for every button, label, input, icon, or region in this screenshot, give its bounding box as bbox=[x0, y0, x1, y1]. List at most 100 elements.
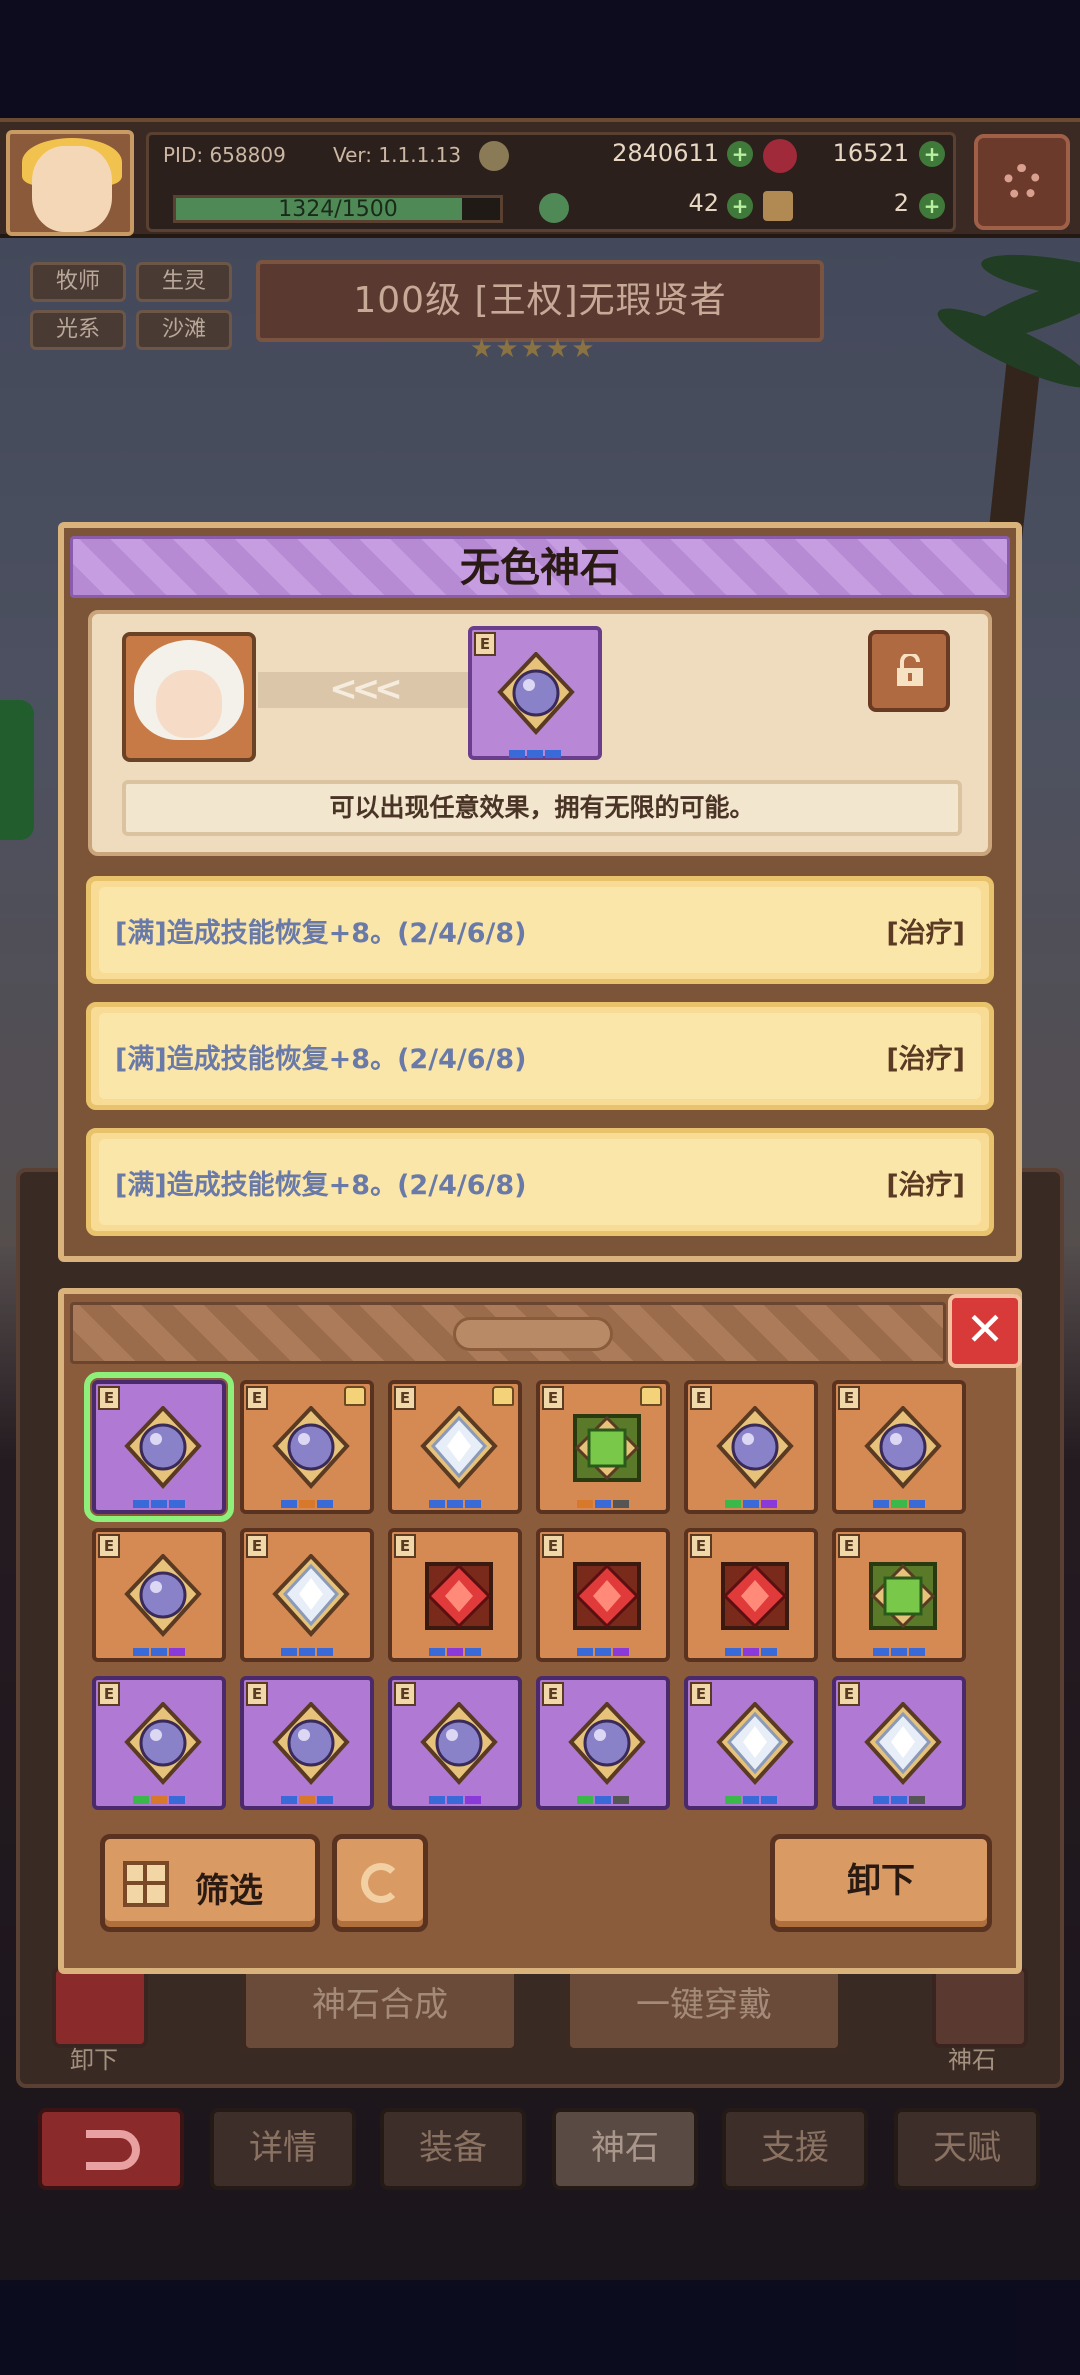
rank-badge: E bbox=[690, 1534, 712, 1558]
rank-badge: E bbox=[690, 1386, 712, 1410]
equip-all-button[interactable]: 一键穿戴 bbox=[566, 1966, 842, 2052]
arrows-left-icon: <<< bbox=[258, 672, 468, 708]
effect-row: [满]造成技能恢复+8。(2/4/6/8) [治疗] bbox=[86, 1002, 994, 1110]
gem-slot-pips bbox=[836, 1796, 962, 1804]
pip bbox=[169, 1796, 185, 1804]
pip bbox=[447, 1648, 463, 1656]
gem-slot[interactable]: E bbox=[536, 1676, 670, 1810]
gem-slot[interactable]: E bbox=[832, 1528, 966, 1662]
diamond-gem-icon bbox=[716, 1702, 794, 1785]
gem-slot[interactable]: E bbox=[536, 1528, 670, 1662]
gem-slot[interactable]: E bbox=[240, 1528, 374, 1662]
rank-badge: E bbox=[690, 1682, 712, 1706]
rank-badge: E bbox=[246, 1386, 268, 1410]
gem-slot[interactable]: E bbox=[832, 1676, 966, 1810]
avatar[interactable] bbox=[6, 130, 134, 236]
info-panel: <<< E 可以出现任意效果，拥有无限的可能。 bbox=[88, 610, 992, 856]
add-gold-button[interactable]: + bbox=[727, 141, 753, 167]
rank-badge: E bbox=[394, 1682, 416, 1706]
ruby-gem-icon bbox=[721, 1562, 789, 1630]
pip bbox=[151, 1796, 167, 1804]
tag-class: 牧师 bbox=[30, 262, 126, 302]
gem-slot[interactable]: E bbox=[240, 1676, 374, 1810]
pip bbox=[133, 1796, 149, 1804]
pip bbox=[447, 1500, 463, 1508]
gem-slot[interactable]: E bbox=[240, 1380, 374, 1514]
gem-slot[interactable]: E bbox=[684, 1676, 818, 1810]
rank-badge: E bbox=[98, 1386, 120, 1410]
pip bbox=[873, 1648, 889, 1656]
pip bbox=[909, 1648, 925, 1656]
tag-race: 生灵 bbox=[136, 262, 232, 302]
gem-slot[interactable]: E bbox=[684, 1380, 818, 1514]
pip bbox=[761, 1648, 777, 1656]
gem-description: 可以出现任意效果，拥有无限的可能。 bbox=[122, 780, 962, 836]
add-gem-button[interactable]: + bbox=[919, 141, 945, 167]
gem-slot-pips bbox=[540, 1648, 666, 1656]
effect-row: [满]造成技能恢复+8。(2/4/6/8) [治疗] bbox=[86, 1128, 994, 1236]
stat-panel: PID: 658809 Ver: 1.1.1.13 2840611 + 1652… bbox=[146, 132, 956, 232]
pearl-gem-icon bbox=[124, 1554, 202, 1637]
rank-badge: E bbox=[98, 1682, 120, 1706]
pip bbox=[281, 1648, 297, 1656]
effect-row: [满]造成技能恢复+8。(2/4/6/8) [治疗] bbox=[86, 876, 994, 984]
gem-slot[interactable]: E bbox=[84, 1372, 234, 1522]
gem-slot[interactable]: E bbox=[388, 1528, 522, 1662]
tab-godstone[interactable]: 神石 bbox=[552, 2108, 698, 2190]
back-button[interactable] bbox=[38, 2108, 184, 2190]
gem-slot[interactable]: E bbox=[684, 1528, 818, 1662]
add-clover-button[interactable]: + bbox=[727, 193, 753, 219]
close-button[interactable]: ✕ bbox=[948, 1294, 1022, 1368]
pip bbox=[761, 1796, 777, 1804]
rank-badge: E bbox=[98, 1534, 120, 1558]
pip bbox=[465, 1796, 481, 1804]
rank-badge: E bbox=[394, 1386, 416, 1410]
inventory-header bbox=[70, 1302, 946, 1364]
refresh-button[interactable] bbox=[332, 1834, 428, 1932]
emerald-gem-icon bbox=[573, 1414, 641, 1482]
godstone-side-button[interactable] bbox=[932, 1966, 1028, 2048]
gem-slot-pips bbox=[392, 1796, 518, 1804]
rank-badge: E bbox=[246, 1534, 268, 1558]
gem-slot-pips bbox=[836, 1500, 962, 1508]
gem-slot[interactable]: E bbox=[832, 1380, 966, 1514]
tab-equipment[interactable]: 装备 bbox=[380, 2108, 526, 2190]
gem-slot-pips bbox=[96, 1648, 222, 1656]
gem-slot[interactable]: E bbox=[92, 1528, 226, 1662]
pip bbox=[169, 1500, 185, 1508]
gem-slot[interactable]: E bbox=[92, 1676, 226, 1810]
filter-button[interactable]: 筛选 bbox=[100, 1834, 320, 1932]
gem-slot[interactable]: E bbox=[388, 1676, 522, 1810]
pip bbox=[465, 1500, 481, 1508]
rank-badge: E bbox=[542, 1682, 564, 1706]
pip bbox=[743, 1796, 759, 1804]
gold-amount: 2840611 bbox=[612, 139, 719, 167]
detail-header: 无色神石 bbox=[70, 536, 1010, 598]
pip bbox=[613, 1648, 629, 1656]
rank-badge: E bbox=[542, 1534, 564, 1558]
gem-slot[interactable]: E bbox=[388, 1380, 522, 1514]
unlock-icon bbox=[897, 654, 923, 686]
pid-label: PID: 658809 bbox=[163, 143, 286, 167]
gem-slot-pips bbox=[392, 1500, 518, 1508]
synthesize-button[interactable]: 神石合成 bbox=[242, 1966, 518, 2052]
pip bbox=[299, 1796, 315, 1804]
pip bbox=[909, 1500, 925, 1508]
lock-button[interactable] bbox=[868, 630, 950, 712]
detail-title: 无色神石 bbox=[460, 545, 620, 591]
pip bbox=[891, 1648, 907, 1656]
effect-text: [满]造成技能恢复+8。(2/4/6/8) bbox=[115, 1044, 527, 1075]
tab-support[interactable]: 支援 bbox=[722, 2108, 868, 2190]
key-icon bbox=[763, 191, 793, 221]
add-key-button[interactable]: + bbox=[919, 193, 945, 219]
pip bbox=[613, 1500, 629, 1508]
tab-talent[interactable]: 天赋 bbox=[894, 2108, 1040, 2190]
settings-button[interactable] bbox=[974, 134, 1070, 230]
unequip-side-button[interactable] bbox=[52, 1966, 148, 2048]
hero-title: 100级 [王权]无瑕贤者 bbox=[256, 260, 824, 342]
rank-badge: E bbox=[542, 1386, 564, 1410]
ruby-gem-icon bbox=[573, 1562, 641, 1630]
gem-slot[interactable]: E bbox=[536, 1380, 670, 1514]
tab-details[interactable]: 详情 bbox=[210, 2108, 356, 2190]
unequip-button[interactable]: 卸下 bbox=[770, 1834, 992, 1932]
